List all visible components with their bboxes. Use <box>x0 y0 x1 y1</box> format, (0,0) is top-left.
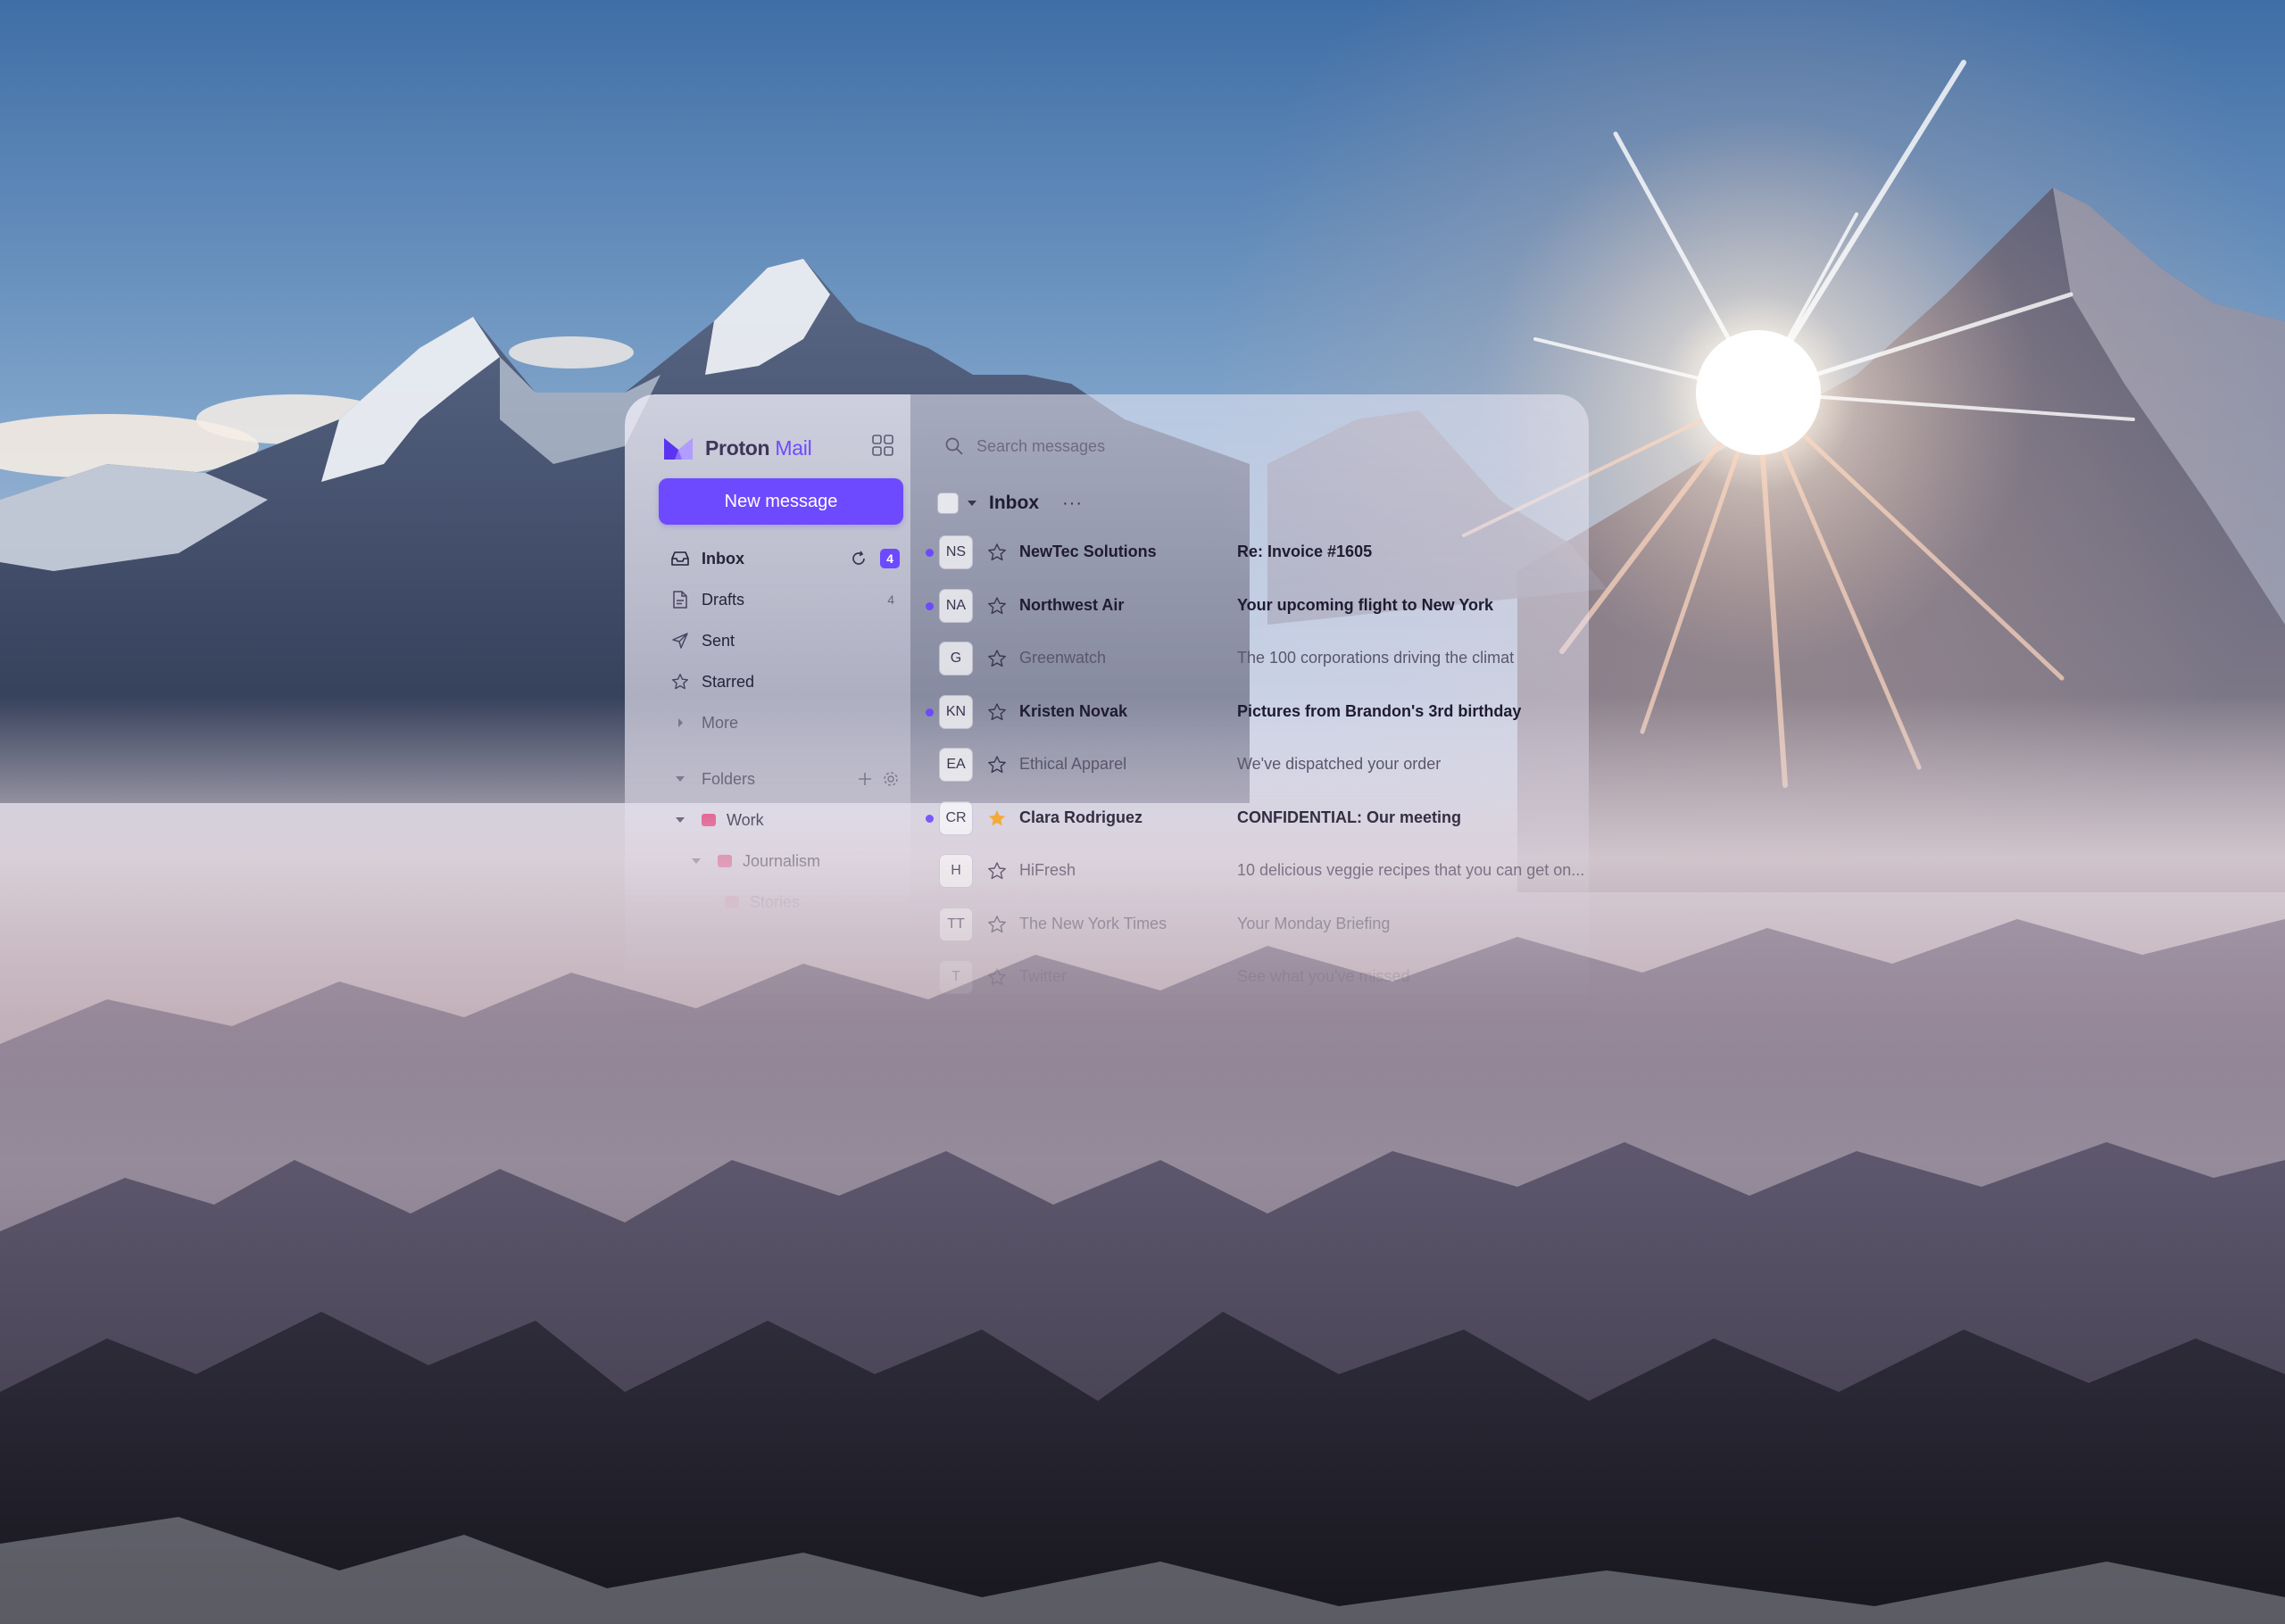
message-sender: Twitter <box>1019 967 1068 985</box>
sender-avatar[interactable]: G <box>939 642 973 675</box>
drafts-count: 4 <box>887 592 894 607</box>
folder-label: Stories <box>750 892 801 911</box>
star-icon[interactable] <box>987 596 1007 616</box>
message-row[interactable]: CR Clara Rodriguez CONFIDENTIAL: Our meeti… <box>919 792 1580 844</box>
new-message-button[interactable]: New message <box>659 478 903 525</box>
mail-window: Proton Mail New message Inbox 4 Drafts 4 <box>625 394 1589 1037</box>
star-icon[interactable] <box>987 649 1007 668</box>
message-sender: HiFresh <box>1019 861 1076 879</box>
sender-avatar[interactable]: KN <box>939 694 973 729</box>
search-bar[interactable]: Search messages <box>928 423 1571 469</box>
unread-dot-icon <box>926 549 934 557</box>
sidebar-item-more[interactable]: More <box>659 705 905 741</box>
star-icon[interactable] <box>987 967 1007 987</box>
search-input[interactable]: Search messages <box>976 437 1105 456</box>
select-dropdown-caret-icon[interactable] <box>968 501 976 506</box>
message-subject: Your upcoming flight to New York <box>1237 595 1493 614</box>
star-icon[interactable] <box>987 702 1007 722</box>
star-icon[interactable] <box>987 543 1007 562</box>
proton-logo-icon <box>664 438 693 460</box>
folder-icon <box>725 896 739 908</box>
message-subject: 10 delicious veggie recipes that you can… <box>1237 861 1585 879</box>
message-row[interactable]: T Twitter See what you've missed <box>919 951 1580 1003</box>
message-subject: See what you've missed <box>1237 967 1410 985</box>
send-icon <box>671 632 689 650</box>
star-icon[interactable] <box>987 861 1007 881</box>
folder-label: Journalism <box>743 851 821 870</box>
sidebar-item-label: Drafts <box>702 590 745 609</box>
inbox-icon <box>671 550 689 568</box>
star-icon[interactable] <box>987 755 1007 775</box>
message-row[interactable]: G Greenwatch The 100 corporations driving … <box>919 633 1580 684</box>
sender-avatar[interactable]: H <box>939 854 973 888</box>
message-subject: Pictures from Brandon's 3rd birthday <box>1237 701 1522 720</box>
chevron-right-icon <box>671 714 689 732</box>
sidebar: Proton Mail New message Inbox 4 Drafts 4 <box>625 394 910 930</box>
list-title: Inbox <box>989 493 1039 513</box>
unread-count-badge: 4 <box>880 549 900 568</box>
message-row[interactable]: H HiFresh 10 delicious veggie recipes that… <box>919 845 1584 897</box>
sender-avatar[interactable]: TT <box>939 907 973 941</box>
folder-item-journalism[interactable]: Journalism <box>675 843 921 879</box>
message-sender: Ethical Apparel <box>1019 755 1127 773</box>
sidebar-item-inbox[interactable]: Inbox 4 <box>659 541 905 576</box>
message-subject: The 100 corporations driving the climat <box>1237 649 1515 667</box>
sidebar-item-label: More <box>702 713 739 732</box>
sender-avatar[interactable]: EA <box>939 748 973 782</box>
message-sender: Clara Rodriguez <box>1019 808 1143 826</box>
sidebar-item-label: Inbox <box>702 549 744 568</box>
brand-name: Proton Mail <box>705 435 812 460</box>
message-sender: The New York Times <box>1019 914 1167 932</box>
message-row[interactable]: NS NewTec Solutions Re: Invoice #1605 <box>919 526 1580 578</box>
sender-avatar[interactable]: NS <box>939 535 973 569</box>
sidebar-item-sent[interactable]: Sent <box>659 623 905 659</box>
unread-dot-icon <box>926 708 934 717</box>
sender-avatar[interactable]: NA <box>939 588 973 623</box>
starred-star-icon[interactable] <box>987 808 1007 828</box>
message-subject: CONFIDENTIAL: Our meeting <box>1237 808 1461 826</box>
folder-icon <box>702 814 716 826</box>
search-icon <box>945 437 963 455</box>
folder-settings-gear-icon[interactable] <box>882 770 900 788</box>
message-sender: Kristen Novak <box>1019 701 1128 720</box>
message-row[interactable]: NA Northwest Air Your upcoming flight to N… <box>919 580 1580 632</box>
chevron-down-icon <box>687 852 705 870</box>
chevron-down-icon <box>671 770 689 788</box>
more-options-icon[interactable]: ··· <box>1062 493 1083 514</box>
message-sender: Greenwatch <box>1019 649 1107 667</box>
sender-avatar[interactable]: T <box>939 960 973 994</box>
message-sender: NewTec Solutions <box>1019 543 1157 560</box>
draft-icon <box>671 591 689 609</box>
folders-label: Folders <box>702 769 756 788</box>
message-subject: Re: Invoice #1605 <box>1237 543 1373 560</box>
sidebar-item-label: Starred <box>702 672 755 691</box>
sender-avatar[interactable]: CR <box>939 800 973 835</box>
list-toolbar: Inbox ··· <box>937 484 1083 523</box>
brand-logo[interactable]: Proton Mail <box>662 430 812 466</box>
sidebar-item-starred[interactable]: Starred <box>659 664 905 700</box>
message-row[interactable]: EA Ethical Apparel We've dispatched your o… <box>919 739 1580 791</box>
star-icon <box>671 673 689 691</box>
unread-dot-icon <box>926 601 934 610</box>
select-all-checkbox[interactable] <box>937 493 959 514</box>
chevron-down-icon <box>671 811 689 829</box>
message-subject: Your Monday Briefing <box>1237 914 1391 932</box>
refresh-icon[interactable] <box>850 550 868 568</box>
sidebar-item-drafts[interactable]: Drafts 4 <box>659 582 905 617</box>
folder-item-work[interactable]: Work <box>659 802 905 838</box>
add-folder-icon[interactable] <box>857 771 873 787</box>
folders-header[interactable]: Folders <box>659 761 905 797</box>
message-sender: Northwest Air <box>1019 595 1125 614</box>
folder-label: Work <box>727 810 764 829</box>
unread-dot-icon <box>926 814 934 823</box>
message-subject: We've dispatched your order <box>1237 755 1442 773</box>
message-row[interactable]: KN Kristen Novak Pictures from Brandon's 3… <box>919 686 1580 738</box>
apps-grid-icon[interactable] <box>871 434 894 457</box>
star-icon[interactable] <box>987 915 1007 934</box>
folder-icon <box>718 855 732 867</box>
message-row[interactable]: TT The New York Times Your Monday Briefing <box>919 899 1580 950</box>
sidebar-item-label: Sent <box>702 631 735 650</box>
